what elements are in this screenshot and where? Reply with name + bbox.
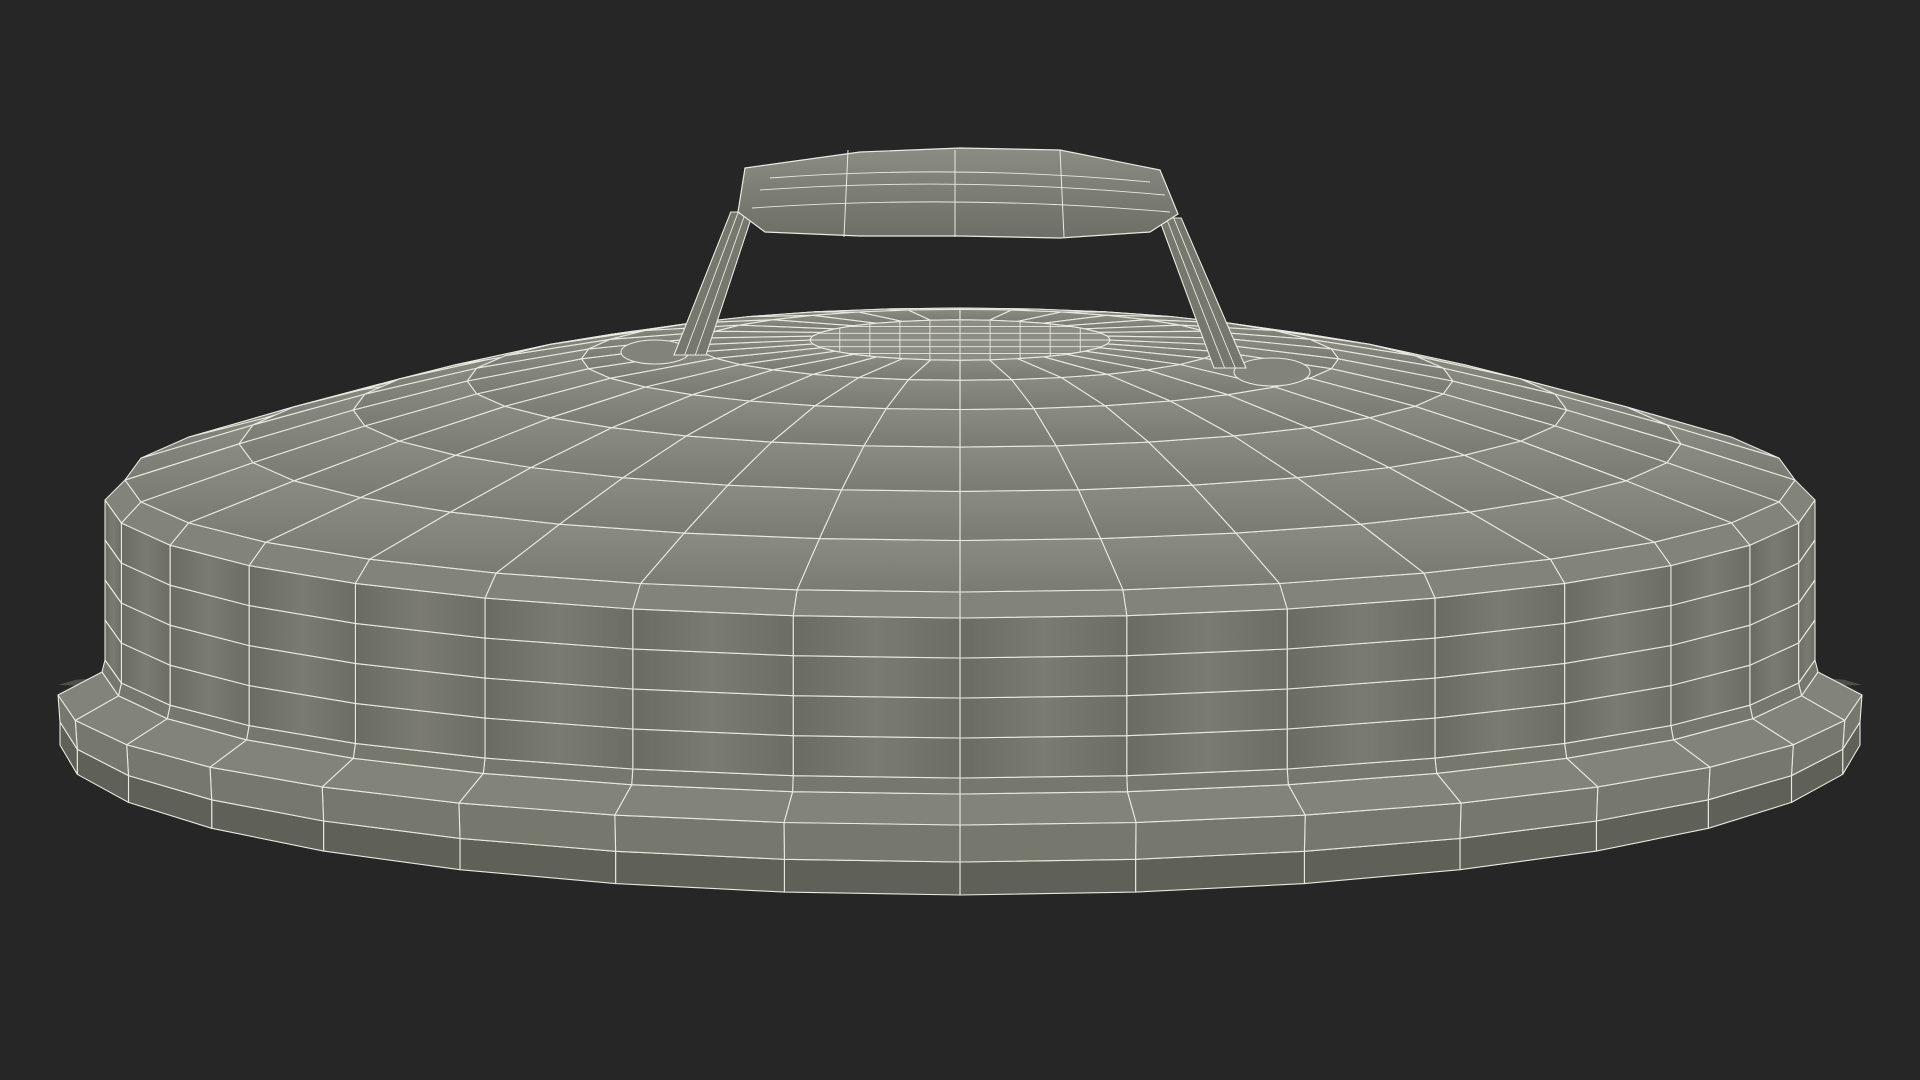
dome-facet bbox=[959, 489, 1102, 542]
dome-facet bbox=[796, 538, 961, 593]
wall-facet bbox=[792, 615, 961, 659]
lid-dome bbox=[124, 307, 1796, 593]
wall-facet bbox=[792, 695, 961, 739]
wall-facet bbox=[632, 648, 794, 697]
dome-facet bbox=[818, 489, 961, 542]
wall-facet bbox=[959, 655, 1128, 699]
wall-facet bbox=[959, 695, 1128, 739]
wall-facet bbox=[632, 728, 794, 777]
rim-facet bbox=[959, 791, 1137, 826]
rim-facet bbox=[959, 858, 1137, 896]
wall-chamfer bbox=[959, 589, 1128, 619]
wall-facet bbox=[1126, 728, 1288, 777]
wall-facet bbox=[1126, 608, 1288, 657]
wireframe-render bbox=[57, 147, 1863, 896]
dome-facet bbox=[959, 538, 1124, 593]
wall-facet bbox=[792, 735, 961, 779]
rim-facet bbox=[783, 858, 961, 896]
wall-facet bbox=[1126, 648, 1288, 697]
wall-facet bbox=[959, 735, 1128, 779]
handle-grip bbox=[737, 147, 1179, 239]
wall-facet bbox=[1126, 688, 1288, 737]
wall-facet bbox=[632, 608, 794, 657]
rim-facet bbox=[792, 775, 961, 795]
wall-facet bbox=[792, 655, 961, 699]
rim-facet bbox=[959, 821, 1137, 863]
rim-facet bbox=[959, 775, 1128, 795]
handle-mount-right bbox=[1233, 357, 1311, 387]
wall-facet bbox=[959, 615, 1128, 659]
wall-chamfer bbox=[792, 589, 961, 619]
rim-facet bbox=[783, 791, 961, 826]
render-viewport bbox=[0, 0, 1920, 1080]
wall-facet bbox=[632, 688, 794, 737]
rim-facet bbox=[783, 821, 961, 863]
